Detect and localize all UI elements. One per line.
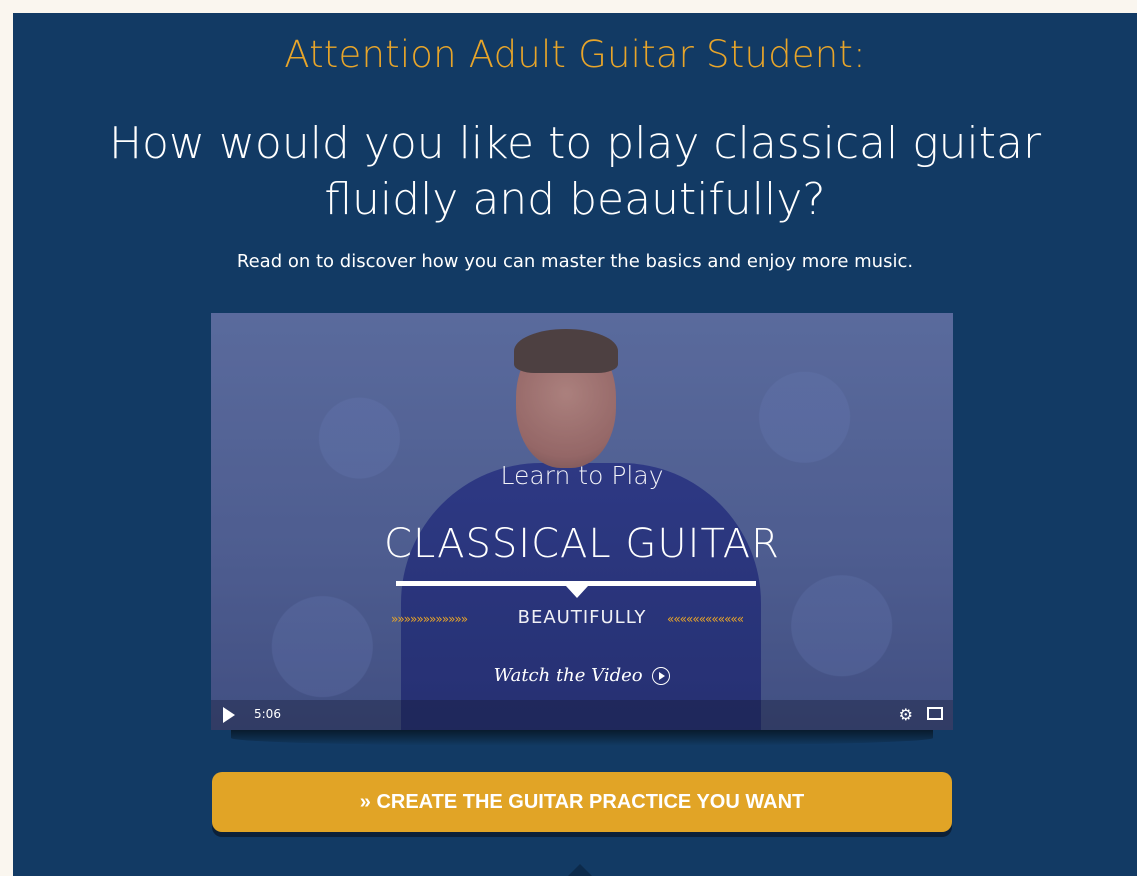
play-icon[interactable]: [223, 707, 235, 723]
video-player[interactable]: Learn to Play CLASSICAL GUITAR »»»»»»»»»…: [211, 313, 953, 730]
video-underline-notch: [566, 586, 588, 598]
hero-panel: Attention Adult Guitar Student: How woul…: [13, 13, 1137, 876]
video-duration: 5:06: [254, 707, 281, 721]
create-practice-button[interactable]: » CREATE THE GUITAR PRACTICE YOU WANT: [212, 772, 952, 832]
video-title-classical: CLASSICAL GUITAR: [384, 521, 780, 567]
subheadline: Read on to discover how you can master t…: [236, 251, 914, 272]
chevrons-right: ««««««««««««: [667, 612, 744, 626]
video-title-beautifully: BEAUTIFULLY: [517, 607, 647, 628]
play-circle-icon: [652, 667, 671, 685]
video-controls: 5:06 ⚙: [211, 700, 953, 730]
section-notch: [566, 864, 594, 876]
watch-video-link[interactable]: Watch the Video: [211, 665, 953, 686]
video-shadow: [231, 730, 933, 746]
video-title-learn: Learn to Play: [500, 461, 664, 490]
settings-gear-icon[interactable]: ⚙: [899, 705, 913, 724]
kicker-heading: Attention Adult Guitar Student:: [284, 33, 866, 76]
watch-video-label: Watch the Video: [493, 665, 643, 686]
fullscreen-icon[interactable]: [927, 707, 943, 720]
main-headline: How would you like to play classical gui…: [108, 118, 1042, 225]
